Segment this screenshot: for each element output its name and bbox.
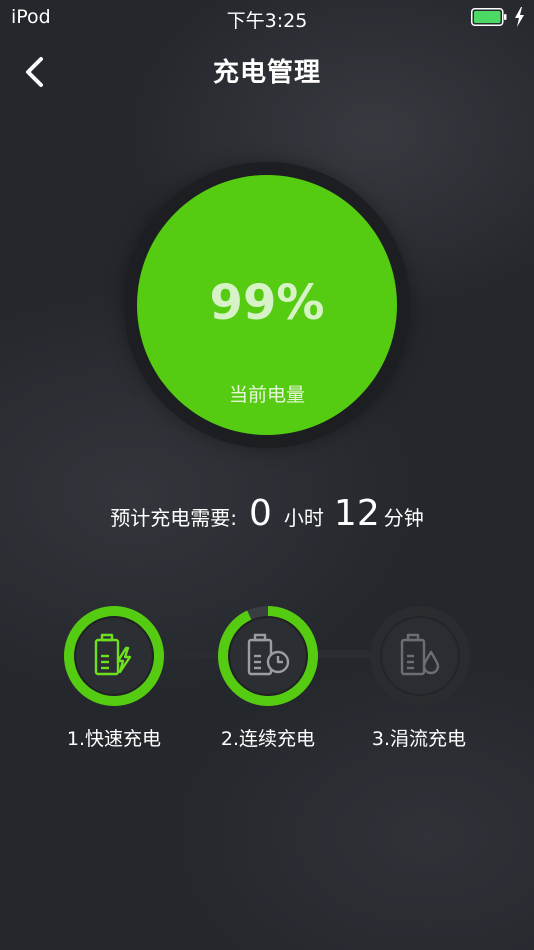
battery-clock-icon (247, 633, 290, 676)
battery-status-icon (471, 8, 507, 26)
stage-continuous-charge[interactable] (216, 604, 320, 708)
battery-percent: 99% (209, 275, 325, 331)
stage-label-fast: 1.快速充电 (66, 728, 162, 750)
page-title: 充电管理 (212, 58, 321, 88)
estimate-minutes-unit: 分钟 (383, 506, 424, 530)
battery-gauge-fill: 99% 当前电量 (137, 175, 397, 435)
estimate-hours-unit: 小时 (283, 506, 324, 530)
estimate-hours: 0 (249, 493, 272, 534)
stage-label-continuous: 2.连续充电 (220, 728, 316, 750)
estimate-minutes: 12 (333, 493, 380, 534)
battery-gauge: 99% 当前电量 (124, 162, 410, 448)
stage-fast-charge[interactable] (62, 604, 166, 708)
battery-label: 当前电量 (228, 384, 305, 406)
charging-bolt-icon (515, 7, 524, 27)
status-time: 下午3:25 (226, 10, 308, 32)
estimate-prefix: 预计充电需要: (110, 506, 238, 530)
status-bar: iPod 下午3:25 (0, 0, 534, 36)
charge-estimate: 预计充电需要: 0 小时 12 分钟 (0, 493, 534, 534)
battery-drop-icon (400, 633, 440, 676)
battery-bolt-icon (94, 633, 132, 676)
stage-label-trickle: 3.涓流充电 (371, 728, 467, 750)
stage-trickle-charge[interactable] (368, 604, 472, 708)
